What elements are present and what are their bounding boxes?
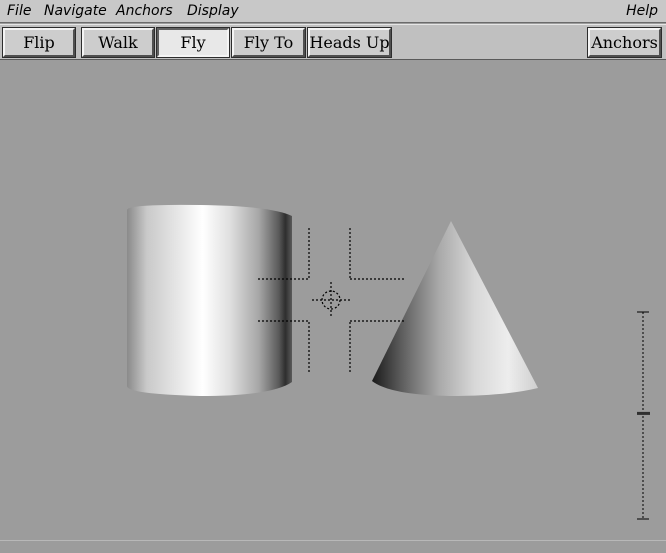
cone-shape[interactable] bbox=[372, 221, 538, 396]
navigation-toolbar: Flip Walk Fly Fly To Heads Up Anchors bbox=[0, 24, 666, 60]
vrml-browser-window: File Navigate Anchors Display Help Flip … bbox=[0, 0, 666, 553]
menu-anchors[interactable]: Anchors bbox=[116, 3, 173, 19]
menu-display[interactable]: Display bbox=[187, 3, 239, 19]
status-strip bbox=[0, 540, 666, 553]
anchors-button[interactable]: Anchors bbox=[587, 27, 662, 58]
cylinder-shape[interactable] bbox=[127, 204, 292, 396]
menu-file[interactable]: File bbox=[7, 3, 31, 19]
menu-bar: File Navigate Anchors Display Help bbox=[0, 0, 666, 23]
3d-viewport[interactable] bbox=[0, 60, 666, 540]
heads-up-button[interactable]: Heads Up bbox=[307, 27, 392, 58]
menu-help[interactable]: Help bbox=[626, 3, 658, 19]
walk-button[interactable]: Walk bbox=[81, 27, 155, 58]
flip-button[interactable]: Flip bbox=[2, 27, 76, 58]
fly-to-button[interactable]: Fly To bbox=[231, 27, 306, 58]
fly-button[interactable]: Fly bbox=[156, 27, 230, 58]
menu-navigate[interactable]: Navigate bbox=[44, 3, 107, 19]
altitude-slider-thumb[interactable] bbox=[637, 411, 650, 415]
altitude-slider-icon[interactable] bbox=[637, 311, 650, 520]
